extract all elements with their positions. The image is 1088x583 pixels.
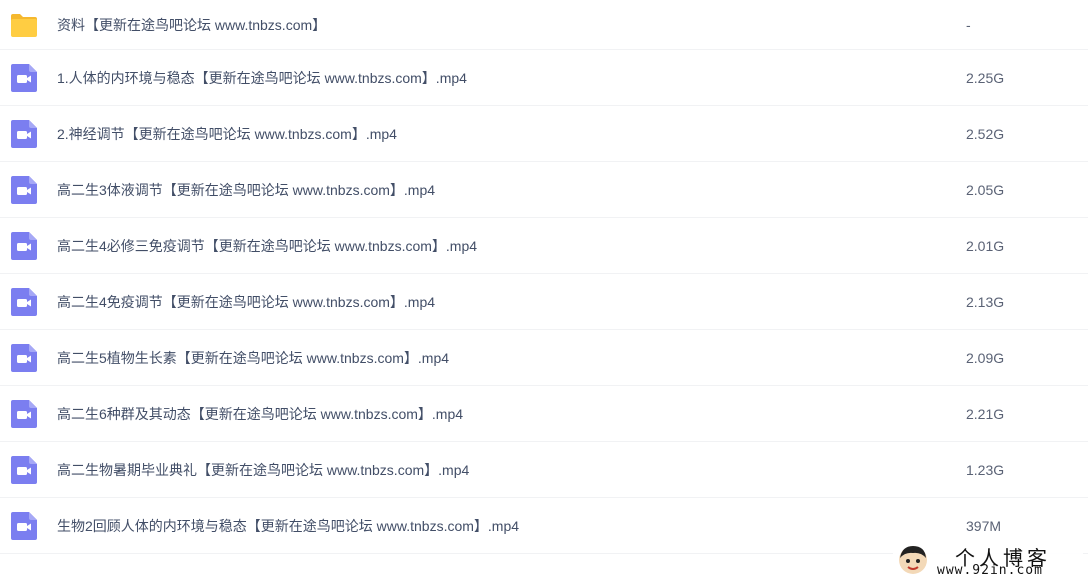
video-file-icon	[11, 455, 37, 484]
folder-icon	[11, 13, 37, 37]
file-row[interactable]: 高二生4必修三免疫调节【更新在途鸟吧论坛 www.tnbzs.com】.mp4 …	[0, 218, 1088, 274]
file-name: 高二生6种群及其动态【更新在途鸟吧论坛 www.tnbzs.com】.mp4	[57, 405, 464, 422]
watermark: 个人博客 www.92in.com	[893, 540, 1083, 580]
video-file-icon	[11, 343, 37, 372]
file-size: 397M	[966, 517, 1002, 534]
file-name: 高二生4免疫调节【更新在途鸟吧论坛 www.tnbzs.com】.mp4	[57, 293, 436, 310]
file-size: 2.01G	[966, 237, 1005, 254]
file-name: 1.人体的内环境与稳态【更新在途鸟吧论坛 www.tnbzs.com】.mp4	[57, 69, 467, 86]
file-size: 2.09G	[966, 349, 1005, 366]
video-file-icon	[11, 511, 37, 540]
file-name: 高二生5植物生长素【更新在途鸟吧论坛 www.tnbzs.com】.mp4	[57, 349, 450, 366]
avatar-icon	[899, 546, 927, 574]
file-size: -	[966, 16, 971, 33]
file-row[interactable]: 高二生3体液调节【更新在途鸟吧论坛 www.tnbzs.com】.mp4 2.0…	[0, 162, 1088, 218]
file-row[interactable]: 高二生5植物生长素【更新在途鸟吧论坛 www.tnbzs.com】.mp4 2.…	[0, 330, 1088, 386]
file-row[interactable]: 2.神经调节【更新在途鸟吧论坛 www.tnbzs.com】.mp4 2.52G	[0, 106, 1088, 162]
file-name: 高二生3体液调节【更新在途鸟吧论坛 www.tnbzs.com】.mp4	[57, 181, 436, 198]
file-name: 资料【更新在途鸟吧论坛 www.tnbzs.com】	[57, 16, 327, 33]
video-file-icon	[11, 63, 37, 92]
file-row[interactable]: 资料【更新在途鸟吧论坛 www.tnbzs.com】 -	[0, 0, 1088, 50]
video-file-icon	[11, 399, 37, 428]
video-file-icon	[11, 231, 37, 260]
file-size: 2.25G	[966, 69, 1005, 86]
file-size: 2.13G	[966, 293, 1005, 310]
file-size: 2.21G	[966, 405, 1005, 422]
watermark-site: www.92in.com	[937, 563, 1043, 578]
file-row[interactable]: 高二生4免疫调节【更新在途鸟吧论坛 www.tnbzs.com】.mp4 2.1…	[0, 274, 1088, 330]
file-size: 1.23G	[966, 461, 1005, 478]
video-file-icon	[11, 175, 37, 204]
file-name: 2.神经调节【更新在途鸟吧论坛 www.tnbzs.com】.mp4	[57, 125, 397, 142]
file-size: 2.52G	[966, 125, 1005, 142]
file-name: 高二生4必修三免疫调节【更新在途鸟吧论坛 www.tnbzs.com】.mp4	[57, 237, 478, 254]
file-row[interactable]: 高二生物暑期毕业典礼【更新在途鸟吧论坛 www.tnbzs.com】.mp4 1…	[0, 442, 1088, 498]
file-name: 生物2回顾人体的内环境与稳态【更新在途鸟吧论坛 www.tnbzs.com】.m…	[57, 517, 520, 534]
file-row[interactable]: 高二生6种群及其动态【更新在途鸟吧论坛 www.tnbzs.com】.mp4 2…	[0, 386, 1088, 442]
file-row[interactable]: 1.人体的内环境与稳态【更新在途鸟吧论坛 www.tnbzs.com】.mp4 …	[0, 50, 1088, 106]
video-file-icon	[11, 119, 37, 148]
file-size: 2.05G	[966, 181, 1005, 198]
video-file-icon	[11, 287, 37, 316]
file-list: 资料【更新在途鸟吧论坛 www.tnbzs.com】 - 1.人体的内环境与稳态…	[0, 0, 1088, 554]
file-name: 高二生物暑期毕业典礼【更新在途鸟吧论坛 www.tnbzs.com】.mp4	[57, 461, 470, 478]
